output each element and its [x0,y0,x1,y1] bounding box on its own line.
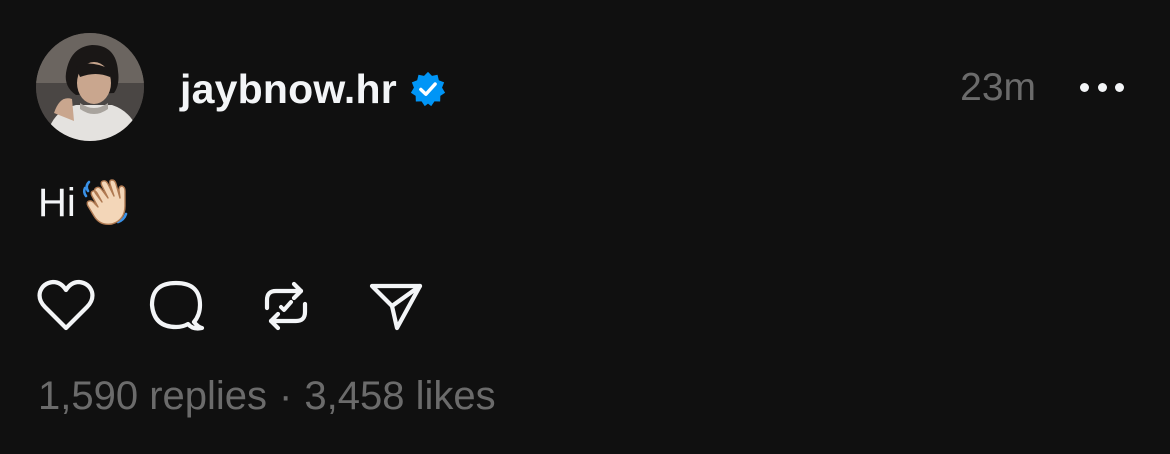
heart-icon [37,279,95,331]
username[interactable]: jaybnow.hr [180,66,397,113]
post-stats: 1,590 replies · 3,458 likes [38,374,496,419]
like-count[interactable]: 3,458 likes [304,374,495,419]
repost-button[interactable] [256,278,316,334]
send-paper-plane-icon [369,283,423,331]
action-bar [36,278,476,334]
repost-arrows-icon [264,281,308,331]
comment-bubble-icon [149,280,205,331]
more-dot [1080,82,1089,92]
avatar-photo [36,33,144,141]
post-body: Hi [38,176,132,230]
waving-hand-emoji-icon [78,176,132,230]
reply-button[interactable] [146,278,206,334]
avatar[interactable] [36,33,144,141]
thread-post: jaybnow.hr 23m Hi 1,590 replies · 3,458 … [0,0,1170,454]
more-dot [1115,82,1124,92]
share-button[interactable] [366,278,426,334]
more-horizontal-icon[interactable] [1080,72,1124,102]
author-row: jaybnow.hr [180,62,447,116]
reply-count[interactable]: 1,590 replies [38,374,267,419]
post-text: Hi [38,180,76,225]
like-button[interactable] [36,278,96,334]
stats-separator: · [279,374,293,418]
post-timestamp: 23m [960,66,1036,109]
verified-badge-icon [409,70,447,108]
more-dot [1097,82,1107,92]
